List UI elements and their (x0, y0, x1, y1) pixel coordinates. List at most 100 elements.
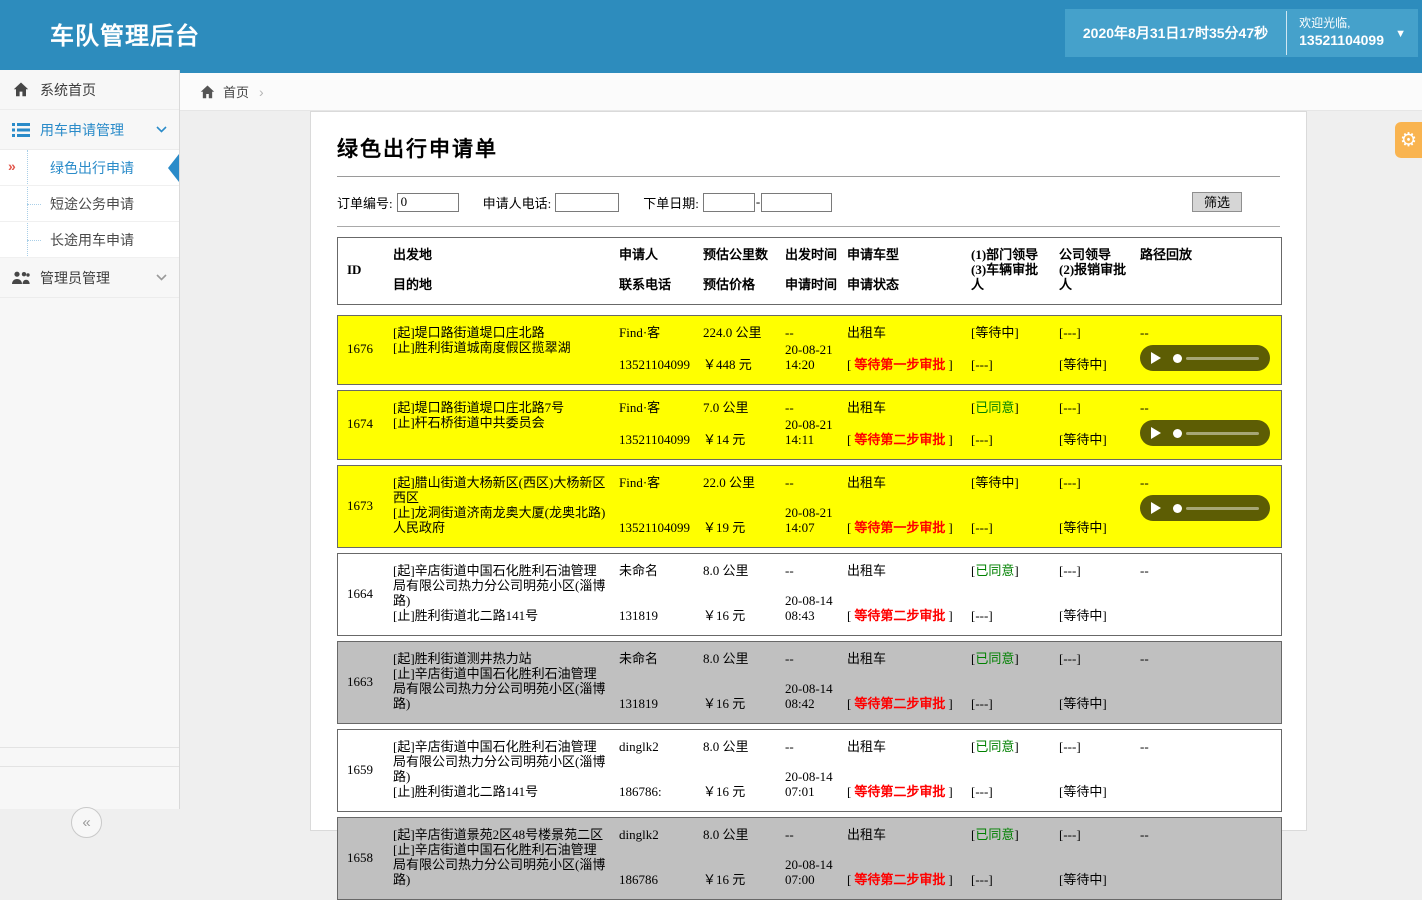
depart-time: -- (785, 739, 838, 754)
bracket-close: ] (988, 784, 992, 799)
company-leader: [---] (1059, 651, 1128, 666)
company-leader-value: --- (1063, 325, 1076, 340)
row-applicant: 未命名 131819 (614, 642, 698, 723)
apply-time: 20-08-14 08:43 (785, 593, 838, 623)
route-player[interactable] (1140, 345, 1270, 371)
breadcrumb-home[interactable]: 首页 (223, 82, 249, 101)
company-leader-value: --- (1063, 827, 1076, 842)
header-route-replay: 路径回放 (1132, 238, 1281, 304)
table-row: 1676 [起]堤口路街道堤口庄北路 [止]胜利街道城南度假区揽翠湖 Find·… (337, 315, 1282, 385)
submenu-stub (27, 204, 41, 205)
row-estimate: 8.0 公里 ￥16 元 (698, 642, 780, 723)
apply-status: [等待第二步审批] (847, 608, 958, 623)
apply-time: 20-08-14 07:00 (785, 857, 838, 887)
player-track[interactable] (1186, 357, 1259, 360)
sidebar-item-admin[interactable]: 管理员管理 (0, 258, 179, 298)
row-company-leader: [---] [等待中] (1050, 818, 1132, 899)
player-slider-knob[interactable] (1173, 354, 1182, 363)
vehicle-approver: [---] (971, 696, 1046, 711)
table-row: 1673 [起]腊山街道大杨新区(西区)大杨新区西区 [止]龙洞街道济南龙奥大厦… (337, 465, 1282, 548)
header-reimburse-approver: (2)报销审批人 (1059, 262, 1128, 292)
apply-clock: 14:20 (785, 357, 838, 372)
row-origin-dest: [起]辛店街道中国石化胜利石油管理局有限公司热力分公司明苑小区(淄博路) [止]… (388, 730, 614, 811)
reimburse-approver: [等待中] (1059, 357, 1128, 372)
bracket-close: ] (948, 696, 952, 711)
apply-status: [等待第二步审批] (847, 432, 958, 447)
replay-placeholder: -- (1140, 475, 1277, 490)
row-origin-dest: [起]堤口路街道堤口庄北路 [止]胜利街道城南度假区揽翠湖 (388, 316, 614, 384)
sidebar-collapse-button[interactable]: « (71, 807, 102, 838)
vehicle-type: 出租车 (847, 475, 958, 490)
player-track[interactable] (1186, 507, 1259, 510)
sidebar-item-label: 长途用车申请 (50, 230, 134, 250)
order-date-to-input[interactable] (761, 193, 832, 212)
header-estimate: 预估公里数 预估价格 (698, 238, 780, 304)
chevron-down-icon (156, 126, 167, 133)
sidebar-item-label: 用车申请管理 (40, 120, 124, 140)
sidebar-item-home[interactable]: 系统首页 (0, 70, 179, 110)
apply-status: [等待第二步审批] (847, 872, 958, 887)
chevron-right-icon: › (259, 84, 264, 100)
bracket-close: ] (1102, 357, 1106, 372)
row-dept-leader: [已同意] [---] (962, 642, 1050, 723)
apply-date: 20-08-14 (785, 593, 838, 608)
row-origin-dest: [起]腊山街道大杨新区(西区)大杨新区西区 [止]龙洞街道济南龙奥大厦(龙奥北路… (388, 466, 614, 547)
reimburse-approver-value: 等待中 (1063, 696, 1102, 711)
applicant-name: dinglk2 (619, 739, 694, 754)
sidebar-item-green-travel[interactable]: » 绿色出行申请 (0, 150, 179, 186)
settings-gear-button[interactable]: ⚙ (1395, 122, 1422, 158)
route-player[interactable] (1140, 495, 1270, 521)
row-company-leader: [---] [等待中] (1050, 466, 1132, 547)
row-id: 1659 (338, 730, 388, 811)
row-applicant: 未命名 131819 (614, 554, 698, 635)
bracket-close: ] (1014, 563, 1018, 578)
applicant-phone: 131819 (619, 696, 694, 711)
sidebar-item-vehicle-apply[interactable]: 用车申请管理 (0, 110, 179, 150)
reimburse-approver: [等待中] (1059, 784, 1128, 799)
home-icon (200, 85, 215, 99)
row-dept-leader: [已同意] [---] (962, 818, 1050, 899)
applicant-phone-input[interactable] (555, 193, 619, 212)
sidebar-item-long-trip[interactable]: 长途用车申请 (0, 222, 179, 258)
caret-down-icon[interactable]: ▼ (1395, 26, 1406, 43)
row-route-replay: -- (1132, 391, 1281, 459)
depart-time: -- (785, 563, 838, 578)
player-slider-knob[interactable] (1173, 429, 1182, 438)
player-slider-knob[interactable] (1173, 504, 1182, 513)
order-no-label: 订单编号: (337, 193, 393, 212)
play-icon[interactable] (1151, 502, 1161, 514)
bracket-close: ] (1102, 696, 1106, 711)
play-icon[interactable] (1151, 352, 1161, 364)
bracket-close: ] (1014, 827, 1018, 842)
apply-date: 20-08-14 (785, 769, 838, 784)
bracket-open: [ (847, 520, 851, 535)
dest-address: [止]龙洞街道济南龙奥大厦(龙奥北路)人民政府 (393, 505, 606, 535)
bracket-open: [ (847, 872, 851, 887)
apply-status-value: 等待第二步审批 (854, 872, 945, 887)
apply-status: [等待第二步审批] (847, 784, 958, 799)
play-icon[interactable] (1151, 427, 1161, 439)
applications-table: ID 出发地 目的地 申请人 联系电话 预估公里数 预估价格 出发时间 申请时间 (337, 237, 1282, 900)
sidebar-item-short-trip[interactable]: 短途公务申请 (0, 186, 179, 222)
row-dept-leader: [已同意] [---] (962, 554, 1050, 635)
bracket-open: [ (847, 784, 851, 799)
vehicle-approver: [---] (971, 608, 1046, 623)
apply-date: 20-08-14 (785, 857, 838, 872)
estimated-distance: 8.0 公里 (703, 739, 776, 754)
apply-time: 20-08-21 14:07 (785, 505, 838, 535)
route-player[interactable] (1140, 420, 1270, 446)
filter-button[interactable]: 筛选 (1192, 192, 1242, 212)
header-status: 申请状态 (847, 277, 958, 292)
depart-time: -- (785, 827, 838, 842)
order-no-input[interactable] (397, 193, 459, 212)
vehicle-apply-submenu: » 绿色出行申请 短途公务申请 长途用车申请 (0, 150, 179, 258)
order-date-from-input[interactable] (703, 193, 755, 212)
user-menu[interactable]: 欢迎光临, 13521104099 ▼ (1287, 9, 1418, 57)
vehicle-approver-value: --- (975, 608, 988, 623)
vehicle-approver: [---] (971, 872, 1046, 887)
order-date-label: 下单日期: (643, 193, 699, 212)
player-track[interactable] (1186, 432, 1259, 435)
row-applicant: dinglk2 186786: (614, 730, 698, 811)
row-vehicle-status: 出租车 [等待第一步审批] (842, 466, 962, 547)
table-row: 1658 [起]辛店街道景苑2区48号楼景苑二区 [止]辛店街道中国石化胜利石油… (337, 817, 1282, 900)
